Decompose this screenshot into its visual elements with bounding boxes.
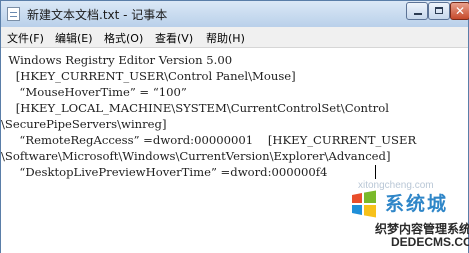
window-title: 新建文本文档.txt - 记事本 (27, 8, 168, 22)
notepad-window: 新建文本文档.txt - 记事本 ✕ 文件(F) 编辑(E) 格式(O) 查看(… (0, 0, 469, 253)
editor-line: [HKEY_CURRENT_USER\Control Panel\Mouse] (1, 69, 296, 83)
menu-bar: 文件(F) 编辑(E) 格式(O) 查看(V) 帮助(H) (1, 27, 468, 48)
editor-line: \Software\Microsoft\Windows\CurrentVersi… (1, 149, 391, 163)
editor-line: “MouseHoverTime” = “100” (1, 85, 187, 99)
minimize-icon (414, 13, 422, 15)
watermark-url: DEDECMS.COM (391, 235, 469, 249)
maximize-icon (435, 7, 443, 14)
editor-line: “DesktopLivePreviewHoverTime” =dword:000… (1, 165, 328, 179)
menu-help[interactable]: 帮助(H) (206, 30, 245, 46)
title-bar[interactable]: 新建文本文档.txt - 记事本 ✕ (1, 1, 469, 27)
notepad-icon (7, 7, 20, 21)
close-button[interactable]: ✕ (450, 2, 469, 20)
menu-view[interactable]: 查看(V) (155, 30, 193, 46)
maximize-button[interactable] (428, 2, 450, 20)
menu-edit[interactable]: 编辑(E) (55, 30, 93, 46)
editor-line: Windows Registry Editor Version 5.00 (1, 53, 233, 67)
menu-format[interactable]: 格式(O) (104, 30, 143, 46)
text-caret (375, 165, 376, 179)
close-icon: ✕ (454, 4, 466, 18)
editor-line: “RemoteRegAccess” =dword:00000001 [HKEY_… (1, 133, 417, 147)
watermark-brand: 系统城 (385, 193, 449, 215)
watermark: 系统城 织梦内容管理系统 DEDECMS.COM (349, 189, 469, 251)
windows-logo-icon (352, 190, 376, 218)
menu-file[interactable]: 文件(F) (7, 30, 44, 46)
minimize-button[interactable] (406, 2, 428, 20)
editor-line: \SecurePipeServers\winreg] (1, 117, 167, 131)
editor-line: [HKEY_LOCAL_MACHINE\SYSTEM\CurrentContro… (1, 101, 389, 115)
